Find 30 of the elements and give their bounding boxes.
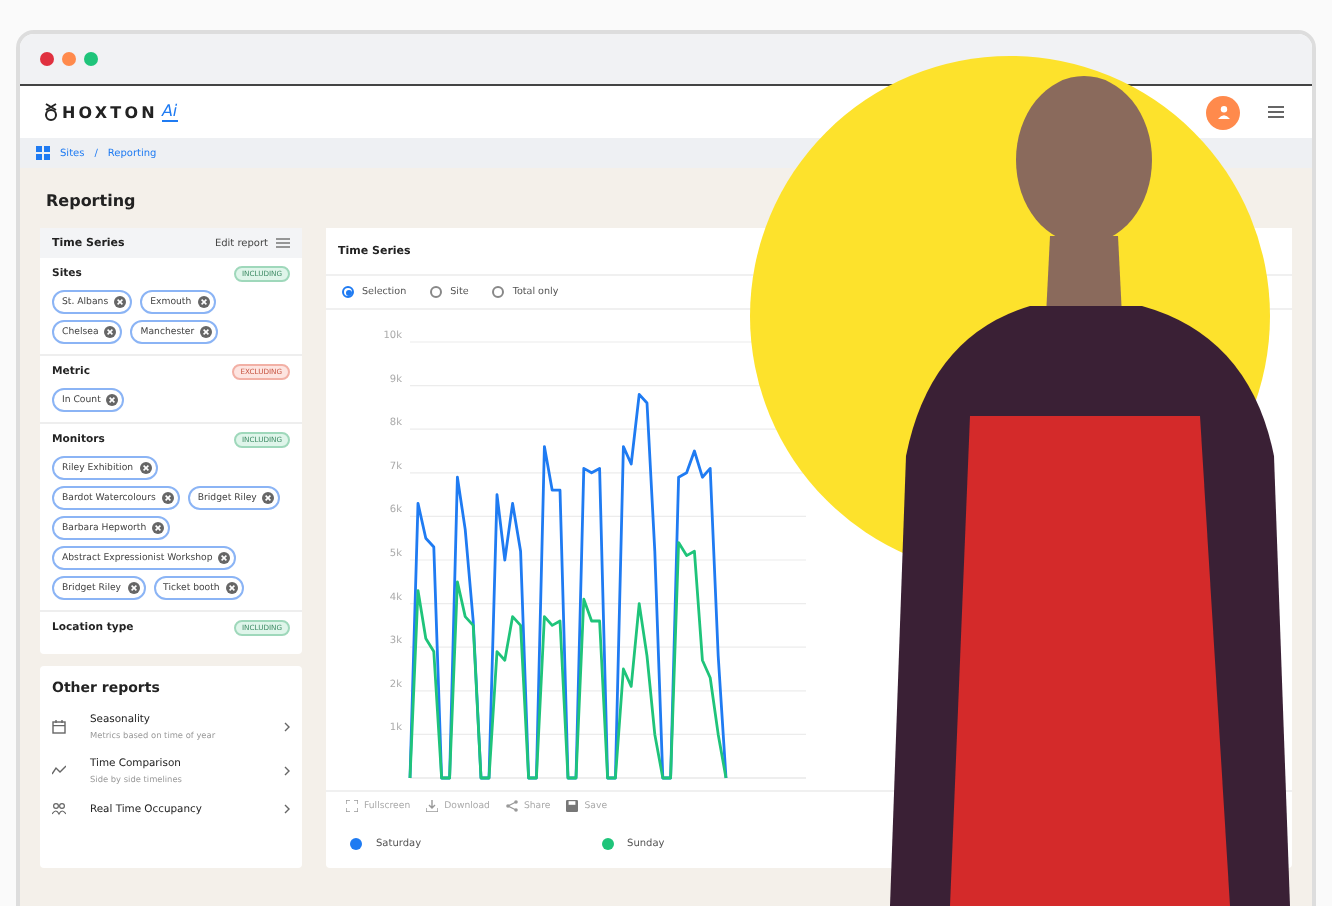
- remove-icon[interactable]: [127, 582, 140, 594]
- logo-text: HOXTON: [62, 103, 158, 121]
- chevron-right-icon: [284, 766, 290, 776]
- logo-suffix: Ai: [161, 102, 178, 122]
- save-icon: [566, 800, 579, 812]
- share-icon: [505, 800, 518, 812]
- logo-icon: [44, 102, 58, 122]
- dashboard-grid-icon[interactable]: [36, 146, 50, 160]
- page-title: Reporting: [46, 192, 138, 210]
- remove-icon[interactable]: [139, 462, 152, 474]
- chevron-right-icon: [284, 722, 290, 732]
- remove-icon[interactable]: [218, 552, 231, 564]
- remove-icon[interactable]: [106, 394, 119, 406]
- remove-icon[interactable]: [262, 492, 275, 504]
- calendar-icon: [52, 720, 66, 734]
- menu-icon: [276, 238, 290, 248]
- remove-icon[interactable]: [197, 296, 210, 308]
- remove-icon[interactable]: [225, 582, 238, 594]
- people-icon: [52, 802, 66, 816]
- remove-icon[interactable]: [161, 492, 174, 504]
- download-icon: [426, 800, 439, 812]
- remove-icon[interactable]: [104, 326, 117, 338]
- remove-icon[interactable]: [114, 296, 127, 308]
- menu-icon[interactable]: [1268, 106, 1284, 118]
- fullscreen-icon: [346, 800, 358, 812]
- remove-icon[interactable]: [200, 326, 213, 338]
- timeline-icon: [52, 764, 66, 778]
- remove-icon[interactable]: [152, 522, 165, 534]
- window-close-button[interactable]: [40, 52, 54, 66]
- chevron-right-icon: [284, 804, 290, 814]
